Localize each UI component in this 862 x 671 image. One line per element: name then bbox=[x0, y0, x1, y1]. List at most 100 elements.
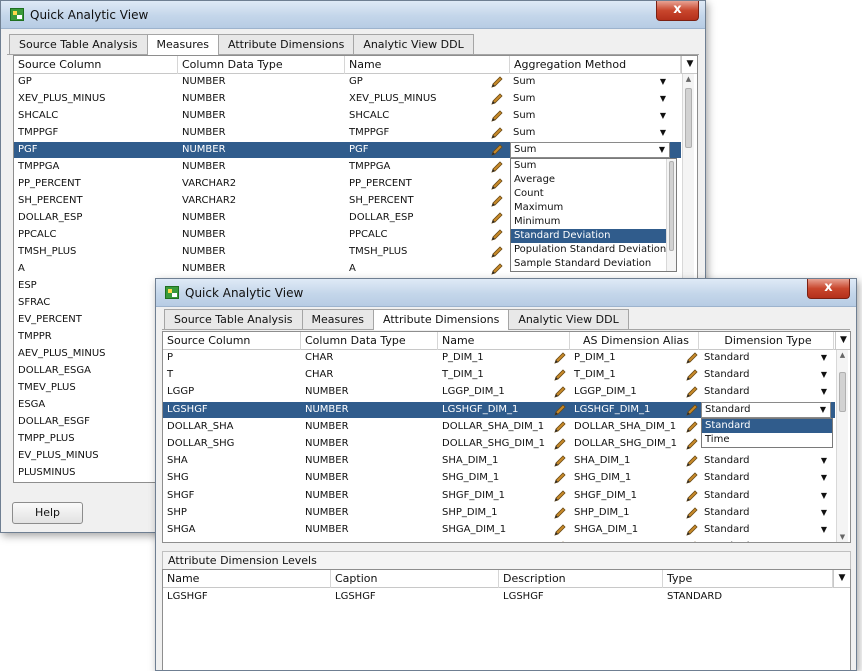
table-row[interactable]: SHGF NUMBER SHGF_DIM_1 SHGF_DIM_1 Standard ▼ bbox=[163, 488, 835, 504]
column-header[interactable]: Aggregation Method bbox=[510, 56, 681, 74]
scrollbar-thumb[interactable] bbox=[685, 88, 692, 148]
aggregation-method-select[interactable]: Sum ▼ bbox=[510, 91, 670, 107]
name-cell[interactable]: SHGF_DIM_1 bbox=[438, 488, 550, 504]
pencil-edit-icon[interactable] bbox=[490, 262, 504, 276]
dropdown-option[interactable]: Standard bbox=[702, 419, 832, 433]
column-header[interactable]: Name bbox=[345, 56, 510, 74]
aggregation-method-select[interactable]: Sum ▼ bbox=[510, 142, 670, 158]
scroll-up-arrow-icon[interactable]: ▲ bbox=[683, 75, 694, 83]
name-cell[interactable]: TMPPGA bbox=[345, 159, 490, 175]
dropdown-arrow-icon[interactable]: ▼ bbox=[821, 539, 827, 542]
column-header[interactable]: Source Column bbox=[14, 56, 178, 74]
tab-analytic-view-ddl[interactable]: Analytic View DDL bbox=[508, 309, 629, 329]
dropdown-option[interactable]: Minimum bbox=[511, 215, 676, 229]
dimension-type-select[interactable]: Standard ▼ bbox=[701, 488, 831, 504]
table-row[interactable]: SHA NUMBER SHA_DIM_1 SHA_DIM_1 Standard ▼ bbox=[163, 453, 835, 469]
dimension-alias-cell[interactable]: SHP_DIM_1 bbox=[570, 505, 682, 521]
table-row[interactable]: TMPPGF NUMBER TMPPGF Sum ▼ bbox=[14, 125, 681, 141]
dropdown-arrow-icon[interactable]: ▼ bbox=[821, 453, 827, 469]
pencil-edit-icon[interactable] bbox=[685, 368, 699, 382]
aggregation-method-select[interactable]: Sum ▼ bbox=[510, 74, 670, 90]
table-row[interactable]: PGF NUMBER PGF Sum ▼ bbox=[14, 142, 681, 158]
scroll-down-arrow-icon[interactable]: ▼ bbox=[837, 533, 848, 541]
dimension-type-select[interactable]: Standard ▼ bbox=[701, 367, 831, 383]
pencil-edit-icon[interactable] bbox=[685, 454, 699, 468]
dropdown-option[interactable]: Sum bbox=[511, 159, 676, 173]
column-header[interactable]: AS Dimension Alias bbox=[570, 332, 699, 350]
pencil-edit-icon[interactable] bbox=[490, 75, 504, 89]
dropdown-arrow-icon[interactable]: ▼ bbox=[820, 403, 826, 417]
name-cell[interactable]: TMSHGA_DIM_1 bbox=[438, 539, 550, 542]
dimension-type-select[interactable]: Standard ▼ bbox=[701, 384, 831, 400]
name-cell[interactable]: DOLLAR_SHG_DIM_1 bbox=[438, 436, 550, 452]
pencil-edit-icon[interactable] bbox=[490, 143, 504, 157]
pencil-edit-icon[interactable] bbox=[553, 489, 567, 503]
pencil-edit-icon[interactable] bbox=[553, 540, 567, 543]
pencil-edit-icon[interactable] bbox=[685, 403, 699, 417]
pencil-edit-icon[interactable] bbox=[490, 126, 504, 140]
table-row[interactable]: GP NUMBER GP Sum ▼ bbox=[14, 74, 681, 90]
dimension-alias-cell[interactable]: P_DIM_1 bbox=[570, 350, 682, 366]
column-menu-icon[interactable]: ▼ bbox=[835, 332, 850, 350]
table-row[interactable]: LGSHGF LGSHGF LGSHGF STANDARD bbox=[163, 589, 833, 605]
name-cell[interactable]: TMPPGF bbox=[345, 125, 490, 141]
table-row[interactable]: SHCALC NUMBER SHCALC Sum ▼ bbox=[14, 108, 681, 124]
name-cell[interactable]: P_DIM_1 bbox=[438, 350, 550, 366]
pencil-edit-icon[interactable] bbox=[490, 109, 504, 123]
name-cell[interactable]: DOLLAR_SHA_DIM_1 bbox=[438, 419, 550, 435]
help-button[interactable]: Help bbox=[12, 502, 83, 524]
pencil-edit-icon[interactable] bbox=[490, 211, 504, 225]
pencil-edit-icon[interactable] bbox=[685, 385, 699, 399]
close-button[interactable]: x bbox=[807, 279, 850, 299]
pencil-edit-icon[interactable] bbox=[685, 523, 699, 537]
scrollbar-thumb[interactable] bbox=[839, 372, 846, 412]
dimension-type-select[interactable]: Standard ▼ bbox=[701, 539, 831, 542]
table-row[interactable]: SHG NUMBER SHG_DIM_1 SHG_DIM_1 Standard ▼ bbox=[163, 470, 835, 486]
dropdown-arrow-icon[interactable]: ▼ bbox=[821, 505, 827, 521]
dimension-type-select[interactable]: Standard ▼ bbox=[701, 453, 831, 469]
dropdown-option[interactable]: Time bbox=[702, 433, 832, 447]
pencil-edit-icon[interactable] bbox=[685, 437, 699, 451]
tab-measures[interactable]: Measures bbox=[146, 34, 220, 55]
dimension-type-select[interactable]: Standard ▼ bbox=[701, 522, 831, 538]
dropdown-scrollbar[interactable] bbox=[666, 159, 676, 271]
dropdown-arrow-icon[interactable]: ▼ bbox=[660, 125, 666, 141]
dropdown-option[interactable]: Count bbox=[511, 187, 676, 201]
dropdown-arrow-icon[interactable]: ▼ bbox=[821, 522, 827, 538]
pencil-edit-icon[interactable] bbox=[490, 194, 504, 208]
pencil-edit-icon[interactable] bbox=[685, 351, 699, 365]
name-cell[interactable]: XEV_PLUS_MINUS bbox=[345, 91, 490, 107]
name-cell[interactable]: SHG_DIM_1 bbox=[438, 470, 550, 486]
scroll-up-arrow-icon[interactable]: ▲ bbox=[837, 351, 848, 359]
aggregation-method-dropdown[interactable]: Sum Average Count Maximum Minimum Standard De… bbox=[510, 158, 677, 272]
tab-source-table-analysis[interactable]: Source Table Analysis bbox=[164, 309, 303, 329]
dimension-alias-cell[interactable]: DOLLAR_SHG_DIM_1 bbox=[570, 436, 682, 452]
pencil-edit-icon[interactable] bbox=[553, 351, 567, 365]
scrollbar-thumb[interactable] bbox=[669, 161, 674, 251]
table-row[interactable]: T CHAR T_DIM_1 T_DIM_1 Standard ▼ bbox=[163, 367, 835, 383]
name-cell[interactable]: T_DIM_1 bbox=[438, 367, 550, 383]
column-header[interactable]: Name bbox=[163, 570, 331, 588]
name-cell[interactable]: SHA_DIM_1 bbox=[438, 453, 550, 469]
name-cell[interactable]: SHCALC bbox=[345, 108, 490, 124]
dimension-type-select[interactable]: Standard ▼ bbox=[701, 505, 831, 521]
tab-attribute-dimensions[interactable]: Attribute Dimensions bbox=[218, 34, 355, 54]
pencil-edit-icon[interactable] bbox=[553, 506, 567, 520]
dimension-alias-cell[interactable]: T_DIM_1 bbox=[570, 367, 682, 383]
dimension-alias-cell[interactable]: SHGA_DIM_1 bbox=[570, 522, 682, 538]
title-bar[interactable]: Quick Analytic View x bbox=[1, 1, 705, 29]
pencil-edit-icon[interactable] bbox=[685, 489, 699, 503]
close-button[interactable]: x bbox=[656, 1, 699, 21]
pencil-edit-icon[interactable] bbox=[685, 420, 699, 434]
name-cell[interactable]: DOLLAR_ESP bbox=[345, 210, 490, 226]
dropdown-arrow-icon[interactable]: ▼ bbox=[821, 488, 827, 504]
table-row[interactable]: LGGP NUMBER LGGP_DIM_1 LGGP_DIM_1 Standard ▼ bbox=[163, 384, 835, 400]
table-row[interactable]: TMSHGANUMBERTMSHGA_DIM_1TMSHGA_DIM_1Stan… bbox=[163, 539, 835, 543]
name-cell[interactable]: LGGP_DIM_1 bbox=[438, 384, 550, 400]
name-cell[interactable]: LGSHGF_DIM_1 bbox=[438, 402, 550, 418]
name-cell[interactable]: PPCALC bbox=[345, 227, 490, 243]
pencil-edit-icon[interactable] bbox=[553, 437, 567, 451]
dropdown-option[interactable]: Maximum bbox=[511, 201, 676, 215]
tab-attribute-dimensions[interactable]: Attribute Dimensions bbox=[373, 309, 510, 330]
column-header[interactable]: Description bbox=[499, 570, 663, 588]
